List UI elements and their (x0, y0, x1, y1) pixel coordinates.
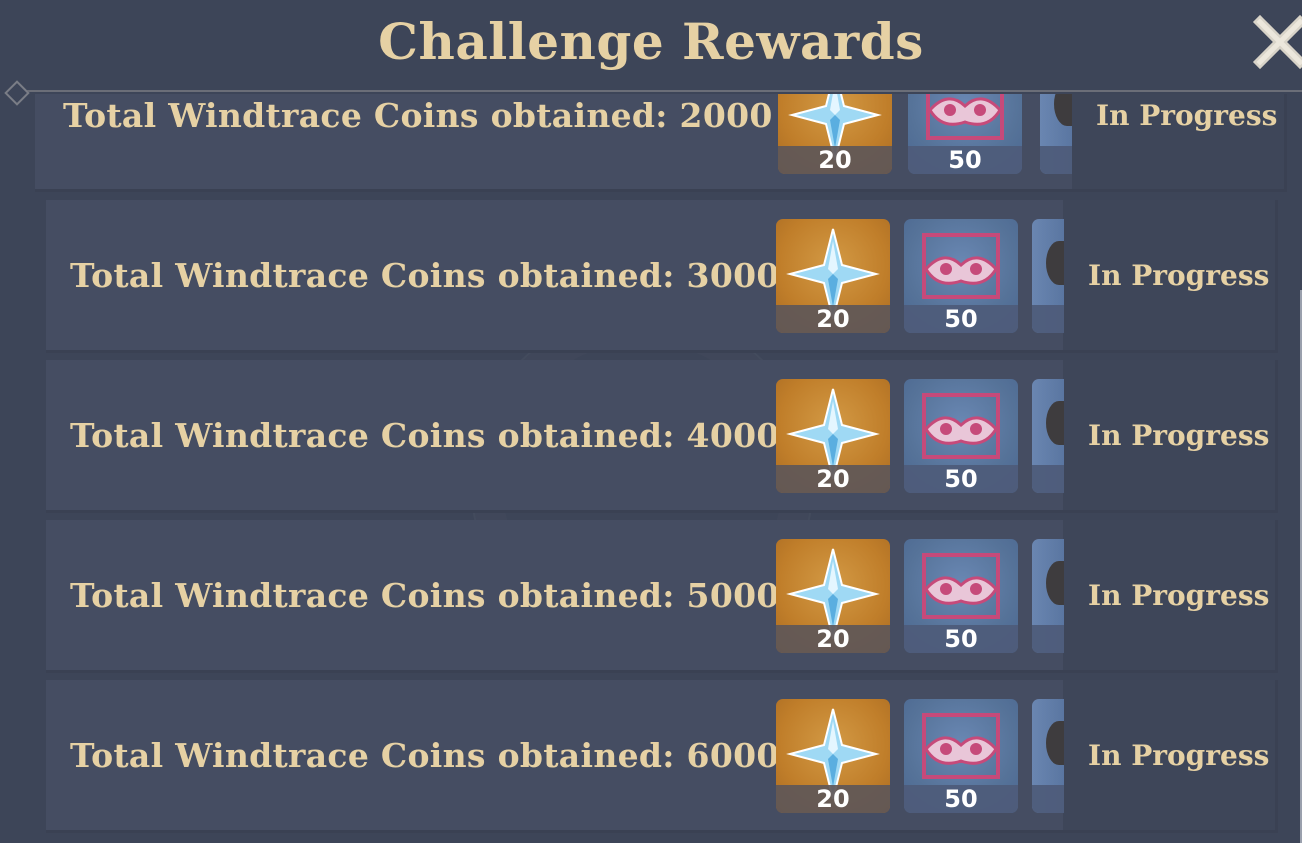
reward-status: In Progress (1088, 738, 1270, 772)
reward-count: 50 (904, 785, 1018, 813)
reward-count: 20 (776, 305, 890, 333)
item-icon (1046, 561, 1064, 605)
reward-count: 50 (904, 625, 1018, 653)
close-icon (1252, 14, 1302, 70)
reward-status: In Progress (1088, 418, 1270, 452)
reward-count: 20 (776, 625, 890, 653)
reward-count: 20 (776, 465, 890, 493)
reward-item-primogem[interactable]: 20 (776, 539, 890, 653)
header-divider (20, 90, 1302, 92)
reward-condition-label: Total Windtrace Coins obtained: 5000 (70, 575, 780, 615)
reward-item-partial[interactable] (1032, 219, 1064, 333)
reward-condition-label: Total Windtrace Coins obtained: 6000 (70, 735, 780, 775)
reward-item-primogem[interactable]: 20 (776, 699, 890, 813)
reward-row-6000: Total Windtrace Coins obtained: 6000 20 … (46, 680, 1278, 833)
page-title: Challenge Rewards (378, 12, 924, 71)
reward-item-mask[interactable]: 50 (904, 699, 1018, 813)
reward-count-partial (1032, 305, 1064, 333)
item-icon (1046, 401, 1064, 445)
reward-status: In Progress (1088, 258, 1270, 292)
close-button[interactable] (1252, 14, 1302, 70)
reward-count: 20 (778, 146, 892, 174)
item-icon (1046, 721, 1064, 765)
reward-count: 20 (776, 785, 890, 813)
reward-count-partial (1040, 146, 1072, 174)
reward-condition-label: Total Windtrace Coins obtained: 4000 (70, 415, 780, 455)
reward-row-3000: Total Windtrace Coins obtained: 3000 20 … (46, 200, 1278, 353)
item-icon (1046, 241, 1064, 285)
reward-count-partial (1032, 625, 1064, 653)
reward-count-partial (1032, 465, 1064, 493)
reward-count-partial (1032, 785, 1064, 813)
reward-list[interactable]: Total Windtrace Coins obtained: 2000 20 … (0, 0, 1302, 843)
reward-condition-label: Total Windtrace Coins obtained: 3000 (70, 255, 780, 295)
reward-item-partial[interactable] (1032, 699, 1064, 813)
reward-item-partial[interactable] (1032, 539, 1064, 653)
reward-count: 50 (908, 146, 1022, 174)
reward-status: In Progress (1096, 98, 1278, 132)
reward-item-primogem[interactable]: 20 (776, 379, 890, 493)
reward-item-primogem[interactable]: 20 (776, 219, 890, 333)
reward-condition-label: Total Windtrace Coins obtained: 2000 (63, 95, 773, 135)
reward-count: 50 (904, 305, 1018, 333)
reward-row-4000: Total Windtrace Coins obtained: 4000 20 … (46, 360, 1278, 513)
reward-count: 50 (904, 465, 1018, 493)
reward-item-mask[interactable]: 50 (904, 219, 1018, 333)
reward-row-5000: Total Windtrace Coins obtained: 5000 20 … (46, 520, 1278, 673)
reward-status: In Progress (1088, 578, 1270, 612)
reward-item-partial[interactable] (1032, 379, 1064, 493)
reward-item-mask[interactable]: 50 (904, 539, 1018, 653)
dialog-header: Challenge Rewards (0, 0, 1302, 94)
reward-item-mask[interactable]: 50 (904, 379, 1018, 493)
